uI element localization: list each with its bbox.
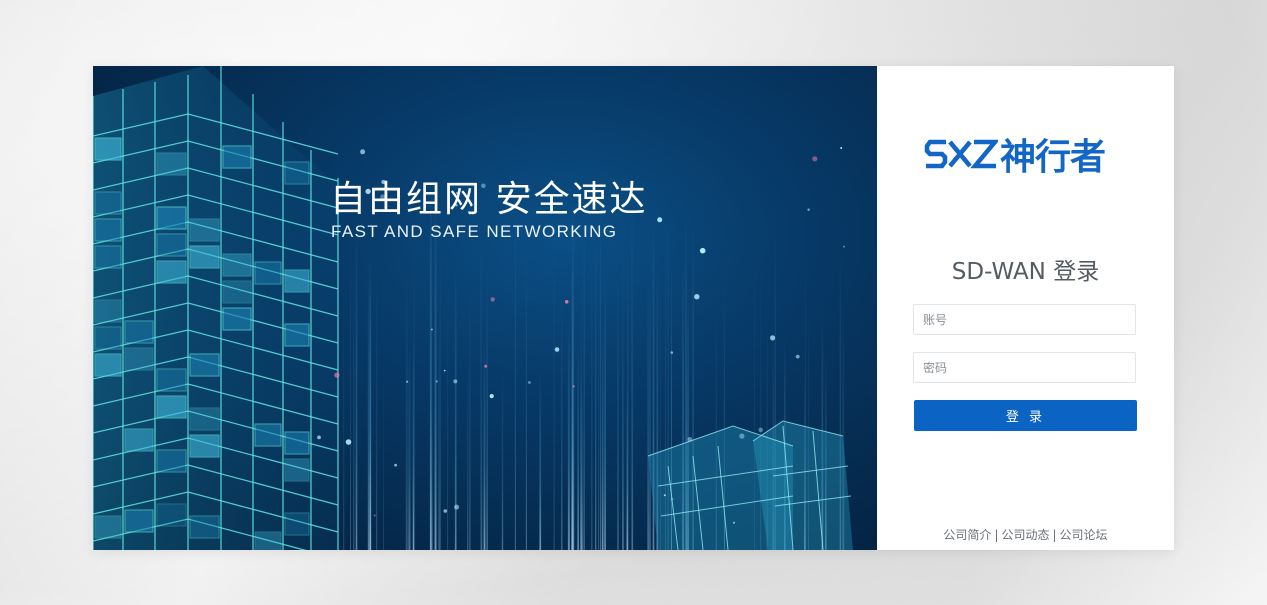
login-title: SD-WAN 登录 — [951, 259, 1100, 285]
password-input[interactable] — [913, 352, 1136, 383]
sxz-logo-icon — [924, 139, 998, 169]
footer-link-company-intro[interactable]: 公司简介 — [943, 528, 991, 542]
city-network-illustration — [93, 66, 853, 550]
login-button[interactable]: 登 录 — [914, 400, 1137, 431]
footer-separator: | — [1052, 528, 1057, 542]
footer-link-company-news[interactable]: 公司动态 — [1001, 528, 1049, 542]
login-panel: 神行者 SD-WAN 登录 登 录 公司简介|公司动态|公司论坛 — [877, 66, 1174, 550]
login-card: 自由组网 安全速达 FAST AND SAFE NETWORKING 神行者 S… — [93, 66, 1174, 550]
footer-link-company-forum[interactable]: 公司论坛 — [1060, 528, 1108, 542]
right-tower — [647, 420, 853, 550]
brand-logo: 神行者 — [924, 128, 1106, 180]
account-input[interactable] — [913, 304, 1136, 335]
brand-name: 神行者 — [1000, 137, 1106, 178]
hero-subtitle: FAST AND SAFE NETWORKING — [331, 222, 618, 241]
footer-separator: | — [994, 528, 999, 542]
hero-title: 自由组网 安全速达 — [330, 179, 648, 220]
footer-links: 公司简介 | 公司动态 | 公司论坛 — [877, 526, 1174, 543]
left-skyscraper — [93, 66, 339, 550]
hero-banner: 自由组网 安全速达 FAST AND SAFE NETWORKING — [93, 66, 877, 550]
